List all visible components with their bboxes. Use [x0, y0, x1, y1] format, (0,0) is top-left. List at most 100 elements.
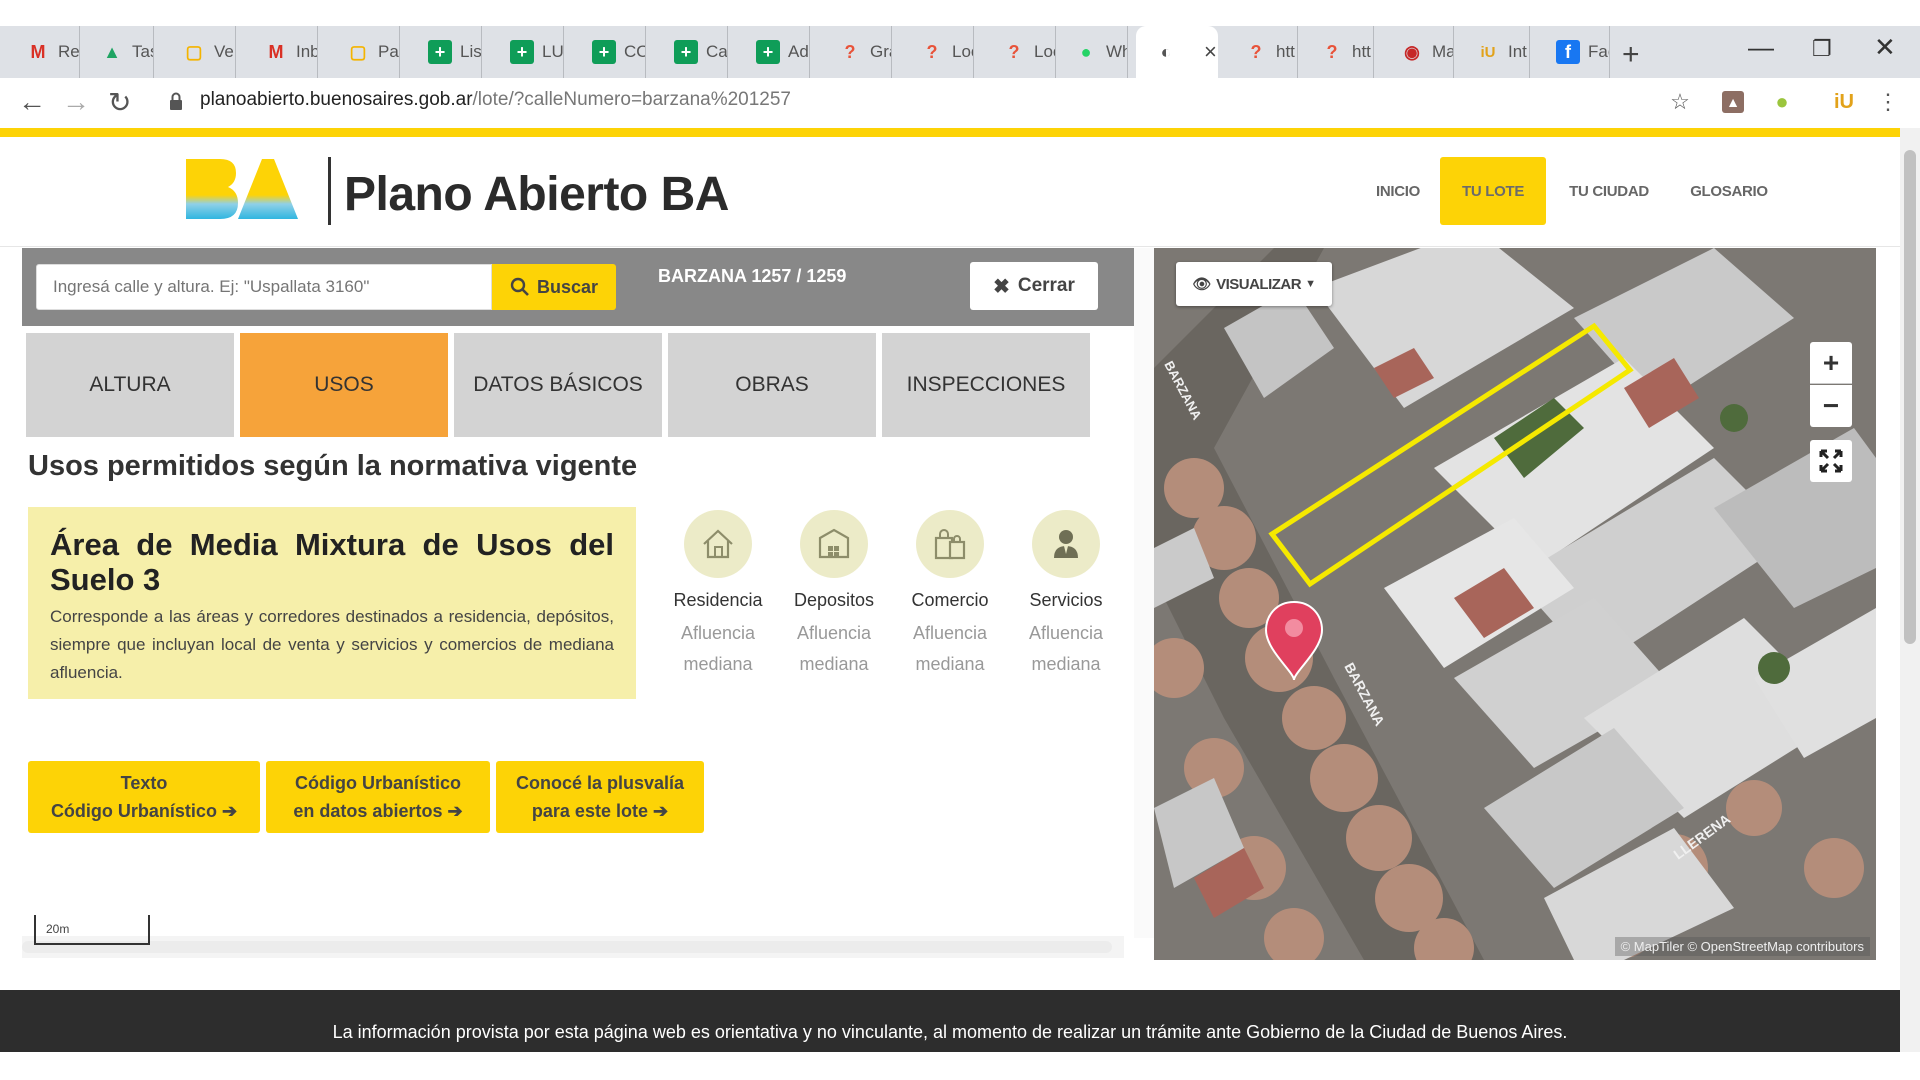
browser-tab[interactable]: ? htt [1302, 26, 1374, 78]
house-icon [684, 510, 752, 578]
plusvalia-button[interactable]: Conocé la plusvalía para este lote ➔ [496, 761, 704, 833]
footer: La información provista por esta página … [0, 990, 1900, 1052]
pin-icon: ? [1326, 41, 1338, 62]
reload-icon[interactable]: ↻ [108, 86, 131, 119]
browser-tab-active[interactable]: ◐ × [1136, 26, 1218, 78]
browser-tab[interactable]: iU Int [1458, 26, 1530, 78]
menu-kebab-icon[interactable]: ⋮ [1874, 88, 1902, 116]
globe-icon: ◐ [1160, 41, 1172, 62]
usos-heading: Usos permitidos según la normativa vigen… [28, 450, 638, 482]
arrow-right-icon: ➔ [447, 801, 463, 821]
browser-tab[interactable]: +Adi [738, 26, 810, 78]
pin-icon: ? [926, 41, 938, 62]
extension-icon[interactable]: ▲ [1722, 91, 1744, 113]
texto-codigo-urbanistico-button[interactable]: Texto Código Urbanístico ➔ [28, 761, 260, 833]
browser-tab[interactable]: +List [410, 26, 482, 78]
page-scrollbar[interactable] [1900, 128, 1920, 1052]
visualize-dropdown[interactable]: 👁 VISUALIZAR ▼ [1176, 262, 1332, 306]
extension-icon[interactable]: ● [1768, 88, 1796, 116]
map-imagery: BARZANA BARZANA LLERENA [1154, 248, 1876, 960]
browser-tab[interactable]: M Inb [246, 26, 318, 78]
nav-tu-lote[interactable]: TU LOTE [1440, 157, 1546, 225]
panel-scrollbar[interactable] [1134, 248, 1154, 938]
drive-icon: ▲ [103, 41, 121, 62]
codigo-datos-abiertos-button[interactable]: Código Urbanístico en datos abiertos ➔ [266, 761, 490, 833]
browser-tab[interactable]: + Ca [656, 26, 728, 78]
back-icon[interactable]: ← [18, 86, 46, 118]
new-tab-button[interactable]: + [1622, 38, 1640, 72]
bookmark-star-icon[interactable]: ☆ [1666, 88, 1694, 116]
minimize-icon[interactable]: — [1748, 32, 1774, 63]
sheets-icon: + [428, 40, 452, 64]
browser-tab[interactable]: fFac [1538, 26, 1610, 78]
browser-tab[interactable]: ?Gra [820, 26, 892, 78]
map-attribution[interactable]: © MapTiler © OpenStreetMap contributors [1614, 937, 1870, 956]
page-bottom [0, 1052, 1920, 1080]
person-icon [1032, 510, 1100, 578]
browser-window: MRec ▲Tas ▢Ver MInb ▢Pas +List +LU( +CO … [0, 0, 1920, 1080]
browser-tab[interactable]: ? htt [1226, 26, 1298, 78]
browser-tab[interactable]: ▢Pas [328, 26, 400, 78]
shopping-bags-icon [916, 510, 984, 578]
site-title: Plano Abierto BA [344, 168, 729, 221]
browser-tab[interactable]: ●Wh [1056, 26, 1128, 78]
iu-extension-icon[interactable]: iU [1830, 88, 1858, 116]
slides-icon: ▢ [185, 41, 203, 62]
zoom-out-button[interactable]: − [1810, 385, 1852, 427]
zoom-in-button[interactable]: + [1810, 342, 1852, 384]
window-close-icon[interactable]: ✕ [1874, 32, 1896, 63]
browser-tab[interactable]: ?Loc [902, 26, 974, 78]
brand-bar [0, 128, 1900, 137]
browser-tab[interactable]: +CO [574, 26, 646, 78]
restore-icon[interactable]: ❐ [1812, 36, 1832, 62]
close-x-icon: ✖ [993, 275, 1010, 298]
close-tab-icon[interactable]: × [1204, 39, 1217, 65]
tab-inspecciones[interactable]: INSPECCIONES [882, 333, 1090, 437]
nav-tu-ciudad[interactable]: TU CIUDAD [1556, 157, 1662, 225]
site-header: Plano Abierto BA INICIO TU LOTE TU CIUDA… [0, 137, 1900, 247]
search-icon [510, 277, 529, 296]
ba-logo-icon[interactable] [186, 159, 298, 219]
tab-usos[interactable]: USOS [240, 333, 448, 437]
sheets-icon: + [674, 40, 698, 64]
search-button[interactable]: Buscar [492, 264, 616, 310]
satellite-map[interactable]: BARZANA BARZANA LLERENA 👁 VISUALIZAR ▼ +… [1154, 248, 1876, 960]
nav-inicio[interactable]: INICIO [1360, 157, 1436, 225]
forward-icon[interactable]: → [62, 86, 90, 118]
use-servicios: Servicios Afluencia mediana [1008, 510, 1124, 680]
scroll-thumb[interactable] [22, 941, 1112, 953]
page-scroll-thumb[interactable] [1904, 150, 1916, 644]
browser-tab[interactable]: ?Loc [984, 26, 1056, 78]
gmail-icon: M [268, 41, 284, 62]
info-tabs: ALTURA USOS DATOS BÁSICOS OBRAS INSPECCI… [26, 333, 1094, 437]
area-description: Corresponde a las áreas y corredores des… [50, 607, 614, 682]
browser-tab[interactable]: ▢Ver [164, 26, 236, 78]
horizontal-scrollbar[interactable] [22, 936, 1124, 958]
tab-datos-basicos[interactable]: DATOS BÁSICOS [454, 333, 662, 437]
fullscreen-icon [1819, 449, 1843, 473]
footer-disclaimer: La información provista por esta página … [332, 1022, 1568, 1042]
caret-down-icon: ▼ [1305, 278, 1316, 290]
browser-tab[interactable]: ▲Tas [82, 26, 154, 78]
selected-address: BARZANA 1257 / 1259 [658, 266, 847, 286]
sheets-icon: + [592, 40, 616, 64]
pin-icon: ? [844, 41, 856, 62]
tab-altura[interactable]: ALTURA [26, 333, 234, 437]
use-residencia: Residencia Afluencia mediana [660, 510, 776, 680]
browser-tab[interactable]: +LU( [492, 26, 564, 78]
tab-obras[interactable]: OBRAS [668, 333, 876, 437]
use-comercio: Comercio Afluencia mediana [892, 510, 1008, 680]
nav-glosario[interactable]: GLOSARIO [1672, 157, 1786, 225]
close-button[interactable]: ✖ Cerrar [970, 262, 1098, 310]
arrow-right-icon: ➔ [652, 801, 669, 821]
warehouse-icon [800, 510, 868, 578]
pin-icon: ? [1008, 41, 1020, 62]
whatsapp-icon: ● [1080, 41, 1092, 62]
logo-separator [328, 157, 331, 225]
url-input[interactable]: planoabierto.buenosaires.gob.ar/lote/?ca… [200, 89, 791, 111]
iu-icon: iU [1480, 43, 1496, 61]
fullscreen-button[interactable] [1810, 440, 1852, 482]
address-search-input[interactable] [36, 264, 492, 310]
browser-tab[interactable]: ◉ Ma [1382, 26, 1454, 78]
browser-tab[interactable]: MRec [8, 26, 80, 78]
